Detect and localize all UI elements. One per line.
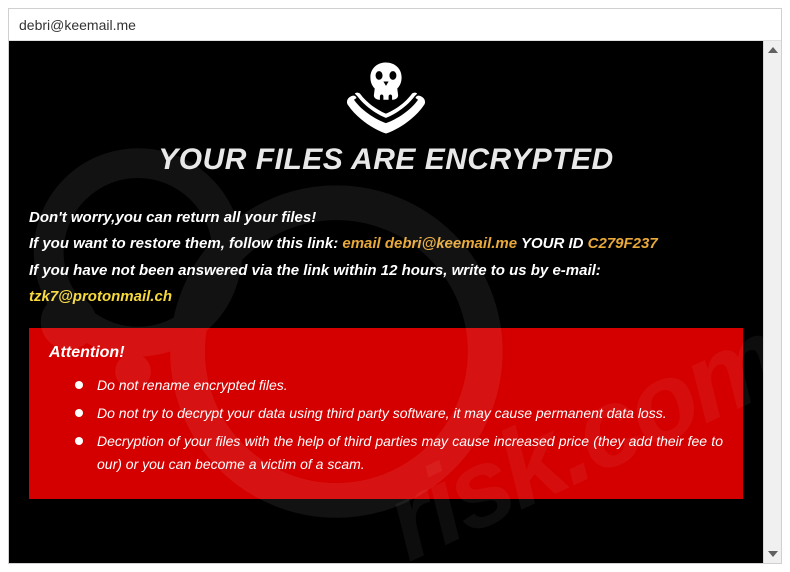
pirate-logo	[29, 59, 743, 137]
instr2-yourid: C279F237	[588, 235, 658, 252]
instruction-line-1: Don't worry,you can return all your file…	[29, 205, 743, 231]
vertical-scrollbar[interactable]	[763, 41, 781, 563]
attention-item: Do not rename encrypted files.	[97, 374, 723, 398]
instr2-email: debri@keemail.me	[385, 235, 517, 252]
instruction-line-2: If you want to restore them, follow this…	[29, 231, 743, 257]
titlebar: debri@keemail.me	[9, 9, 781, 41]
instructions-block: Don't worry,you can return all your file…	[29, 205, 743, 310]
skull-swords-icon	[341, 59, 431, 137]
attention-title: Attention!	[49, 344, 723, 362]
instruction-line-3: If you have not been answered via the li…	[29, 258, 743, 311]
attention-list: Do not rename encrypted files. Do not tr…	[49, 374, 723, 477]
instr2-prefix: If you want to restore them, follow this…	[29, 235, 342, 252]
scroll-down-arrow-icon[interactable]	[764, 545, 781, 563]
attention-item: Decryption of your files with the help o…	[97, 430, 723, 478]
app-window: debri@keemail.me risk.com	[8, 8, 782, 564]
attention-box: Attention! Do not rename encrypted files…	[29, 328, 743, 499]
page-heading: YOUR FILES ARE ENCRYPTED	[29, 143, 743, 177]
instr3-prefix: If you have not been answered via the li…	[29, 262, 601, 279]
window-title: debri@keemail.me	[19, 17, 136, 33]
instr2-yourid-label: YOUR ID	[517, 235, 588, 252]
attention-item: Do not try to decrypt your data using th…	[97, 402, 723, 426]
ransom-note-content: risk.com YOUR FILES ARE ENCRYPTED Don't …	[9, 41, 763, 563]
instr2-email-label: email	[342, 235, 385, 252]
content-wrap: risk.com YOUR FILES ARE ENCRYPTED Don't …	[9, 41, 781, 563]
instr3-email: tzk7@protonmail.ch	[29, 288, 172, 305]
scroll-up-arrow-icon[interactable]	[764, 41, 781, 59]
